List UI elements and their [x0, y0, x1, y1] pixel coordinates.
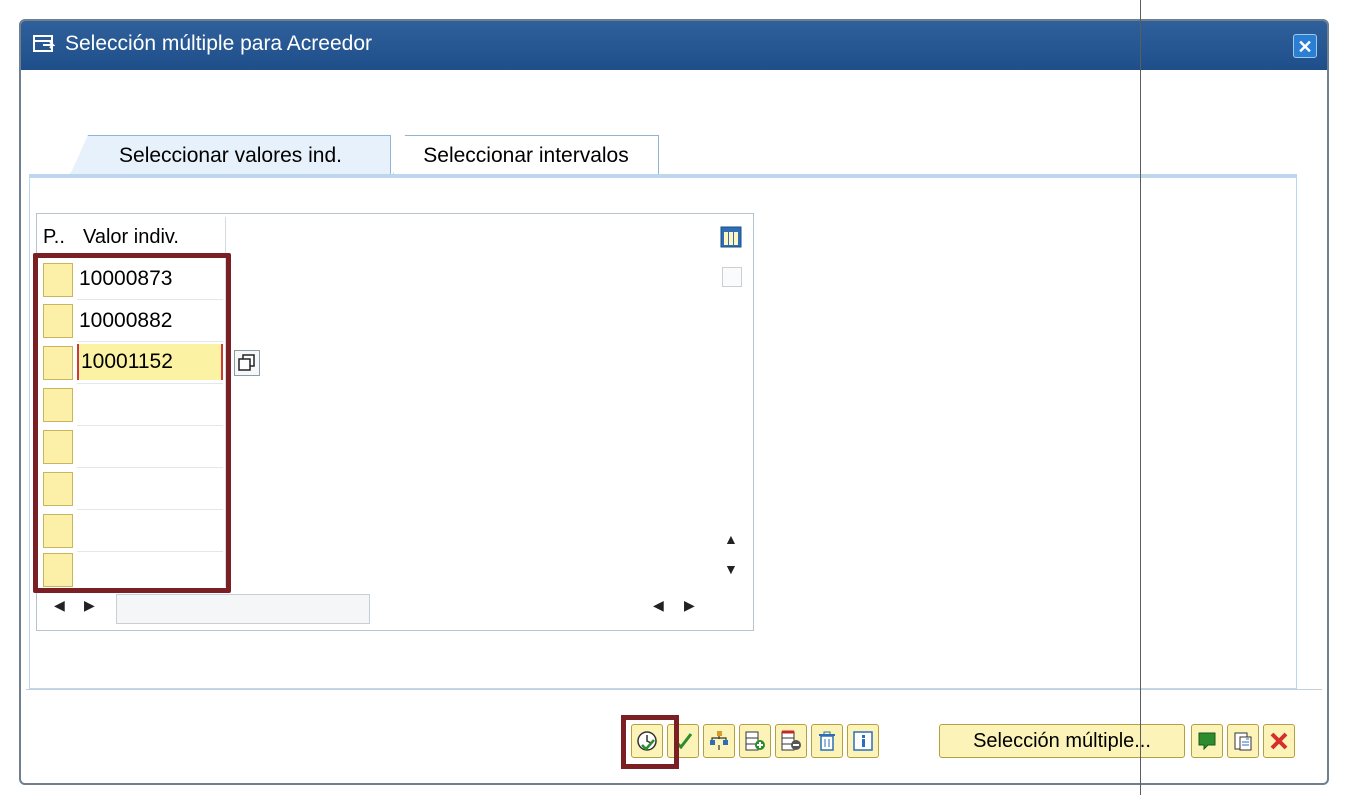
info-icon — [853, 731, 873, 751]
close-icon: ✕ — [1297, 37, 1313, 57]
dialog-title: Selección múltiple para Acreedor — [65, 32, 373, 55]
column-header-p[interactable]: P.. — [43, 226, 65, 249]
execute-highlight-frame — [621, 715, 679, 769]
scroll-down-icon[interactable]: ▼ — [724, 561, 738, 577]
upload-button[interactable] — [1191, 724, 1223, 758]
info-button[interactable] — [847, 724, 879, 758]
scroll-left-icon[interactable]: ◀ — [653, 597, 664, 614]
multiple-selection-button[interactable]: Selección múltiple... — [939, 724, 1185, 758]
upload-icon — [1198, 732, 1216, 751]
multi-selection-dialog: Selección múltiple para Acreedor ✕ Selec… — [19, 19, 1329, 785]
scroll-right-icon[interactable]: ▶ — [684, 597, 695, 614]
column-config-icon[interactable] — [720, 226, 742, 248]
column-header-valor[interactable]: Valor indiv. — [83, 226, 179, 249]
scroll-left-icon[interactable]: ◀ — [54, 597, 65, 614]
cancel-button[interactable] — [1263, 724, 1295, 758]
insert-row-icon — [745, 731, 765, 751]
dialog-window-icon — [33, 35, 55, 52]
hierarchy-icon — [710, 731, 728, 750]
trash-icon — [819, 731, 835, 751]
rows-highlight-frame — [33, 253, 231, 593]
copy-value-icon[interactable] — [234, 350, 260, 376]
cancel-icon — [1270, 732, 1288, 750]
tab-label: Seleccionar intervalos — [423, 144, 629, 167]
tab-label: Seleccionar valores ind. — [119, 144, 342, 167]
delete-row-icon — [781, 730, 801, 751]
trash-button[interactable] — [811, 724, 843, 758]
scroll-right-icon[interactable]: ▶ — [84, 597, 95, 614]
scan-artifact-line — [1140, 0, 1141, 795]
scroll-up-icon[interactable]: ▲ — [724, 531, 738, 547]
tab-seleccionar-intervalos[interactable]: Seleccionar intervalos — [393, 135, 659, 175]
clipboard-icon — [1234, 732, 1252, 751]
tab-seleccionar-valores[interactable]: Seleccionar valores ind. — [70, 135, 391, 175]
clipboard-button[interactable] — [1227, 724, 1259, 758]
vertical-scrollbar-thumb[interactable] — [722, 267, 742, 287]
horizontal-scrollbar-thumb[interactable] — [116, 594, 370, 624]
insert-row-button[interactable] — [739, 724, 771, 758]
hierarchy-button[interactable] — [703, 724, 735, 758]
close-button[interactable]: ✕ — [1293, 34, 1317, 58]
dialog-title-bar: Selección múltiple para Acreedor ✕ — [21, 21, 1327, 70]
delete-row-button[interactable] — [775, 724, 807, 758]
footer-divider — [26, 689, 1322, 690]
